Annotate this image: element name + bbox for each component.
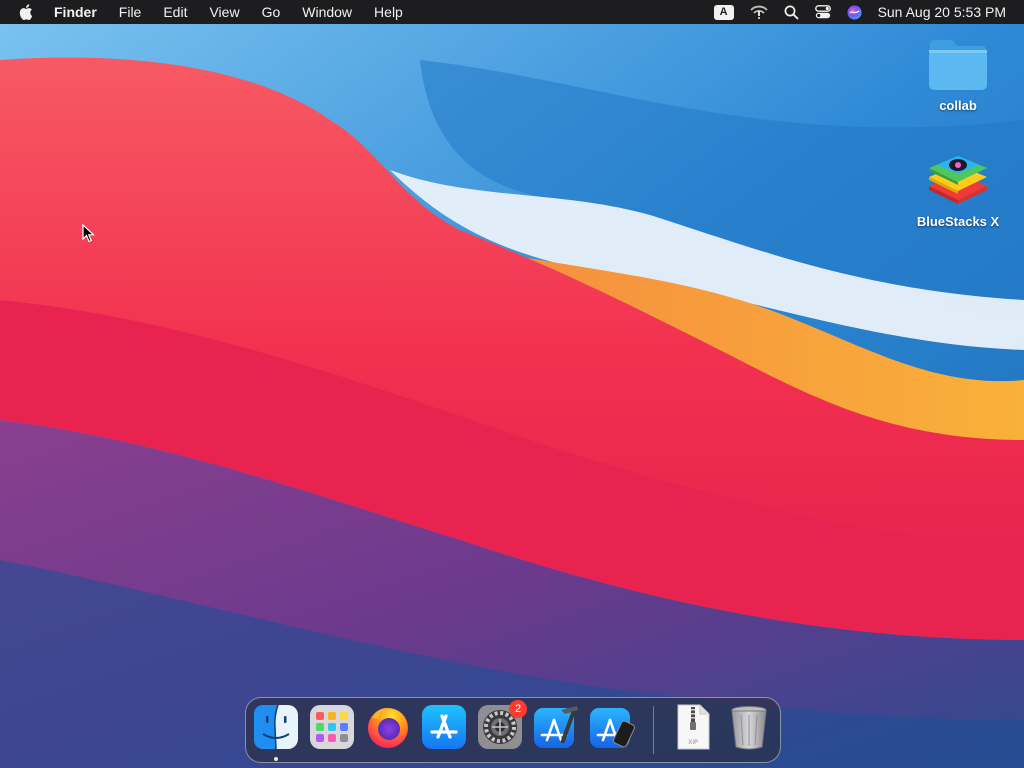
desktop-item-collab[interactable]: collab [910, 36, 1006, 113]
menu-bar-clock[interactable]: Sun Aug 20 5:53 PM [878, 4, 1006, 20]
control-center-icon[interactable] [814, 5, 831, 19]
siri-icon[interactable] [847, 5, 862, 20]
mouse-cursor-icon [82, 224, 96, 243]
dock: 2 XIP [245, 697, 781, 763]
dock-item-trash[interactable] [726, 704, 772, 750]
dock-item-simulator[interactable] [589, 704, 635, 750]
menu-edit[interactable]: Edit [163, 4, 187, 20]
running-indicator [274, 757, 278, 761]
notification-badge: 2 [509, 700, 527, 718]
apple-icon[interactable] [16, 2, 36, 22]
firefox-icon [368, 708, 408, 748]
menu-help[interactable]: Help [374, 4, 403, 20]
input-source-label: A [713, 4, 734, 20]
trash-icon [731, 706, 767, 750]
simulator-icon [590, 708, 635, 748]
dock-item-launchpad[interactable] [309, 704, 355, 750]
menu-bar: Finder File Edit View Go Window Help A S… [0, 0, 1024, 24]
menu-window[interactable]: Window [302, 4, 352, 20]
dock-item-finder[interactable] [253, 704, 299, 761]
desktop-wallpaper [0, 0, 1024, 768]
desktop-item-bluestacks[interactable]: BlueStacks X [910, 146, 1006, 229]
folder-icon [929, 40, 987, 90]
app-store-icon [422, 705, 466, 749]
menu-bar-extras: A Sun Aug 20 5:53 PM [713, 0, 1024, 24]
dock-item-xcode[interactable] [533, 704, 579, 750]
dock-separator [653, 706, 654, 754]
menu-app-name[interactable]: Finder [54, 4, 97, 20]
dock-item-archive[interactable]: XIP [670, 704, 716, 750]
menu-file[interactable]: File [119, 4, 142, 20]
dock-item-firefox[interactable] [365, 704, 411, 750]
menu-view[interactable]: View [209, 4, 239, 20]
launchpad-icon [310, 705, 354, 749]
finder-icon [254, 704, 298, 750]
desktop-item-label: BlueStacks X [916, 214, 1000, 229]
input-source-icon[interactable]: A [713, 4, 734, 20]
dock-item-system-preferences[interactable]: 2 [477, 700, 527, 750]
archive-file-label: XIP [688, 739, 698, 746]
wifi-icon[interactable] [749, 5, 768, 19]
dock-item-app-store[interactable] [421, 704, 467, 750]
xcode-icon [534, 706, 578, 748]
menu-go[interactable]: Go [262, 4, 281, 20]
bluestacks-icon [929, 156, 987, 204]
archive-file-icon: XIP [677, 704, 710, 750]
desktop-item-label: collab [939, 98, 977, 113]
spotlight-search-icon[interactable] [784, 5, 799, 20]
